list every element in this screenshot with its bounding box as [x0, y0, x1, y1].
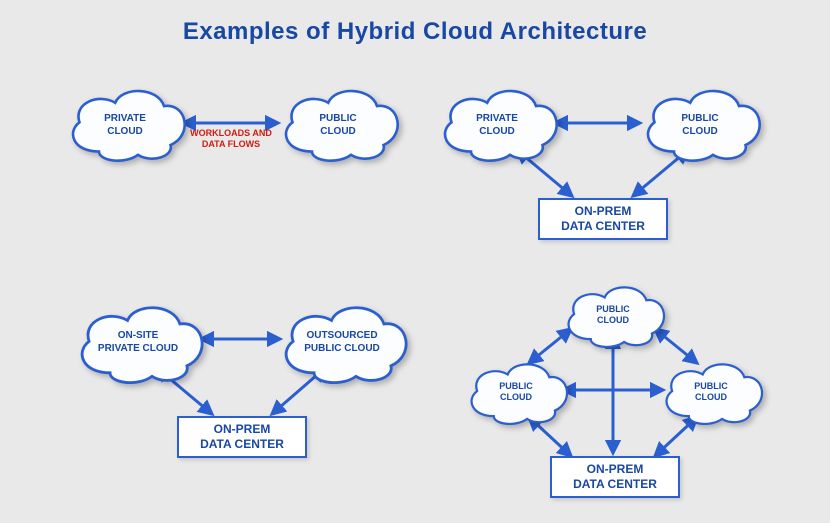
cloud-shape [557, 278, 669, 348]
page-title: Examples of Hybrid Cloud Architecture [0, 18, 830, 46]
diagram-canvas: Examples of Hybrid Cloud Architecture PR… [0, 0, 830, 523]
cloud-shape [273, 80, 403, 162]
cloud-shape [460, 355, 572, 425]
cloud-shape [60, 80, 190, 162]
data-center-box: ON-PREM DATA CENTER [177, 416, 307, 458]
cloud-shape [432, 80, 562, 162]
connector-layer [0, 0, 830, 523]
cloud-shape [272, 296, 412, 384]
data-center-box: ON-PREM DATA CENTER [538, 198, 668, 240]
flow-label: WORKLOADS AND DATA FLOWS [185, 128, 277, 150]
cloud-shape [655, 355, 767, 425]
cloud-shape [635, 80, 765, 162]
cloud-shape [68, 296, 208, 384]
data-center-box: ON-PREM DATA CENTER [550, 456, 680, 498]
